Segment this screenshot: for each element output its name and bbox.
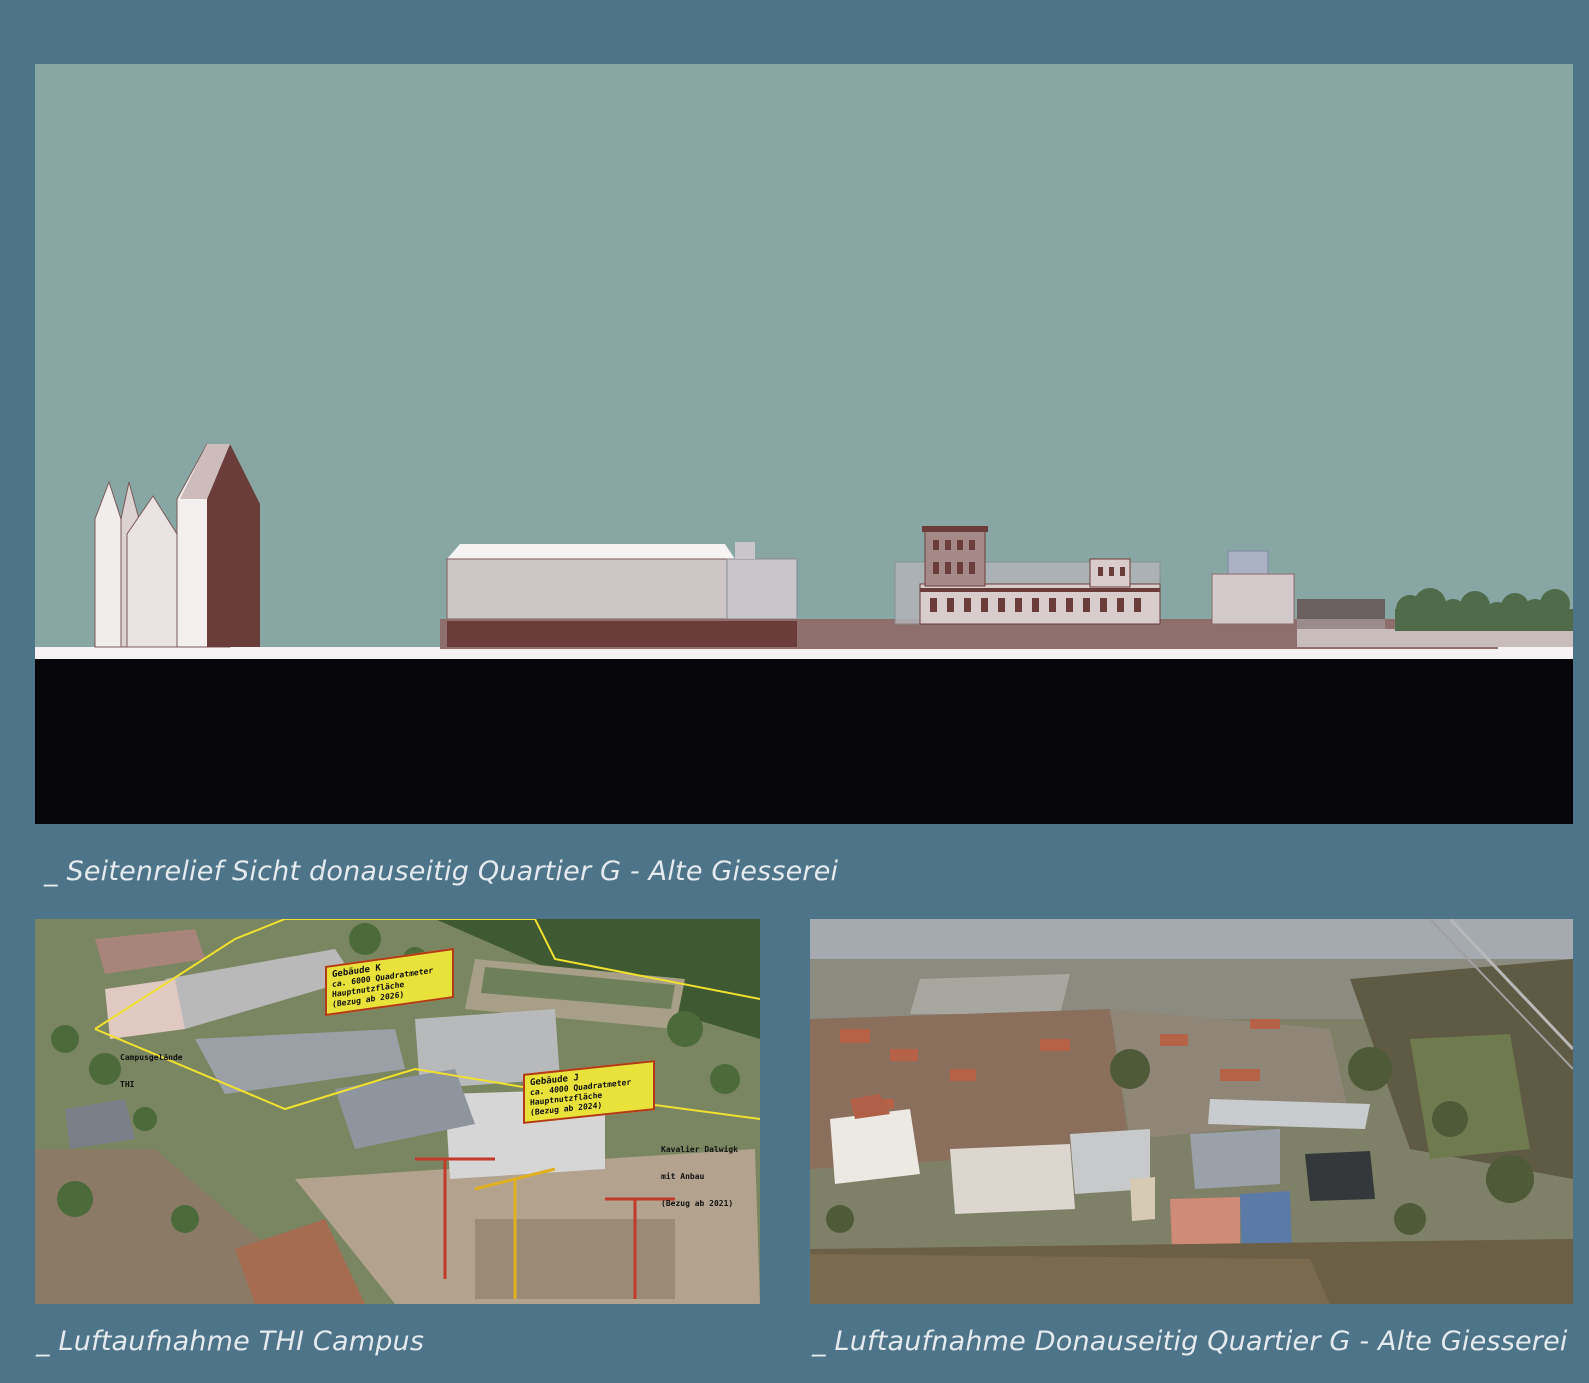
- donau-side-illustration: [810, 919, 1573, 1304]
- thi-campus-photo: Gebäude K ca. 6000 Quadratmeter Hauptnut…: [35, 919, 760, 1304]
- annotation-campus: Campusgelände THI: [120, 1035, 183, 1107]
- elevation-svg: [35, 64, 1573, 824]
- kavalier-line2: mit Anbau: [661, 1172, 705, 1181]
- campus-label-line2: THI: [120, 1080, 135, 1089]
- elevation-drawing: [35, 64, 1573, 824]
- trees: [1395, 588, 1573, 631]
- kavalier-line3: (Bezug ab 2021): [661, 1199, 734, 1208]
- kavalier-line1: Kavalier Dalwigk: [661, 1145, 739, 1154]
- donau-side-photo: [810, 919, 1573, 1304]
- thi-campus-caption: _ Luftaufnahme THI Campus: [36, 1326, 425, 1357]
- campus-label-line1: Campusgelände: [120, 1053, 183, 1062]
- annotation-kavalier: Kavalier Dalwigk mit Anbau (Bezug ab 202…: [661, 1127, 738, 1226]
- ground-band: [35, 659, 1573, 824]
- elevation-caption: _ Seitenrelief Sicht donauseitig Quartie…: [44, 856, 839, 887]
- donau-side-caption: _ Luftaufnahme Donauseitig Quartier G - …: [812, 1326, 1568, 1357]
